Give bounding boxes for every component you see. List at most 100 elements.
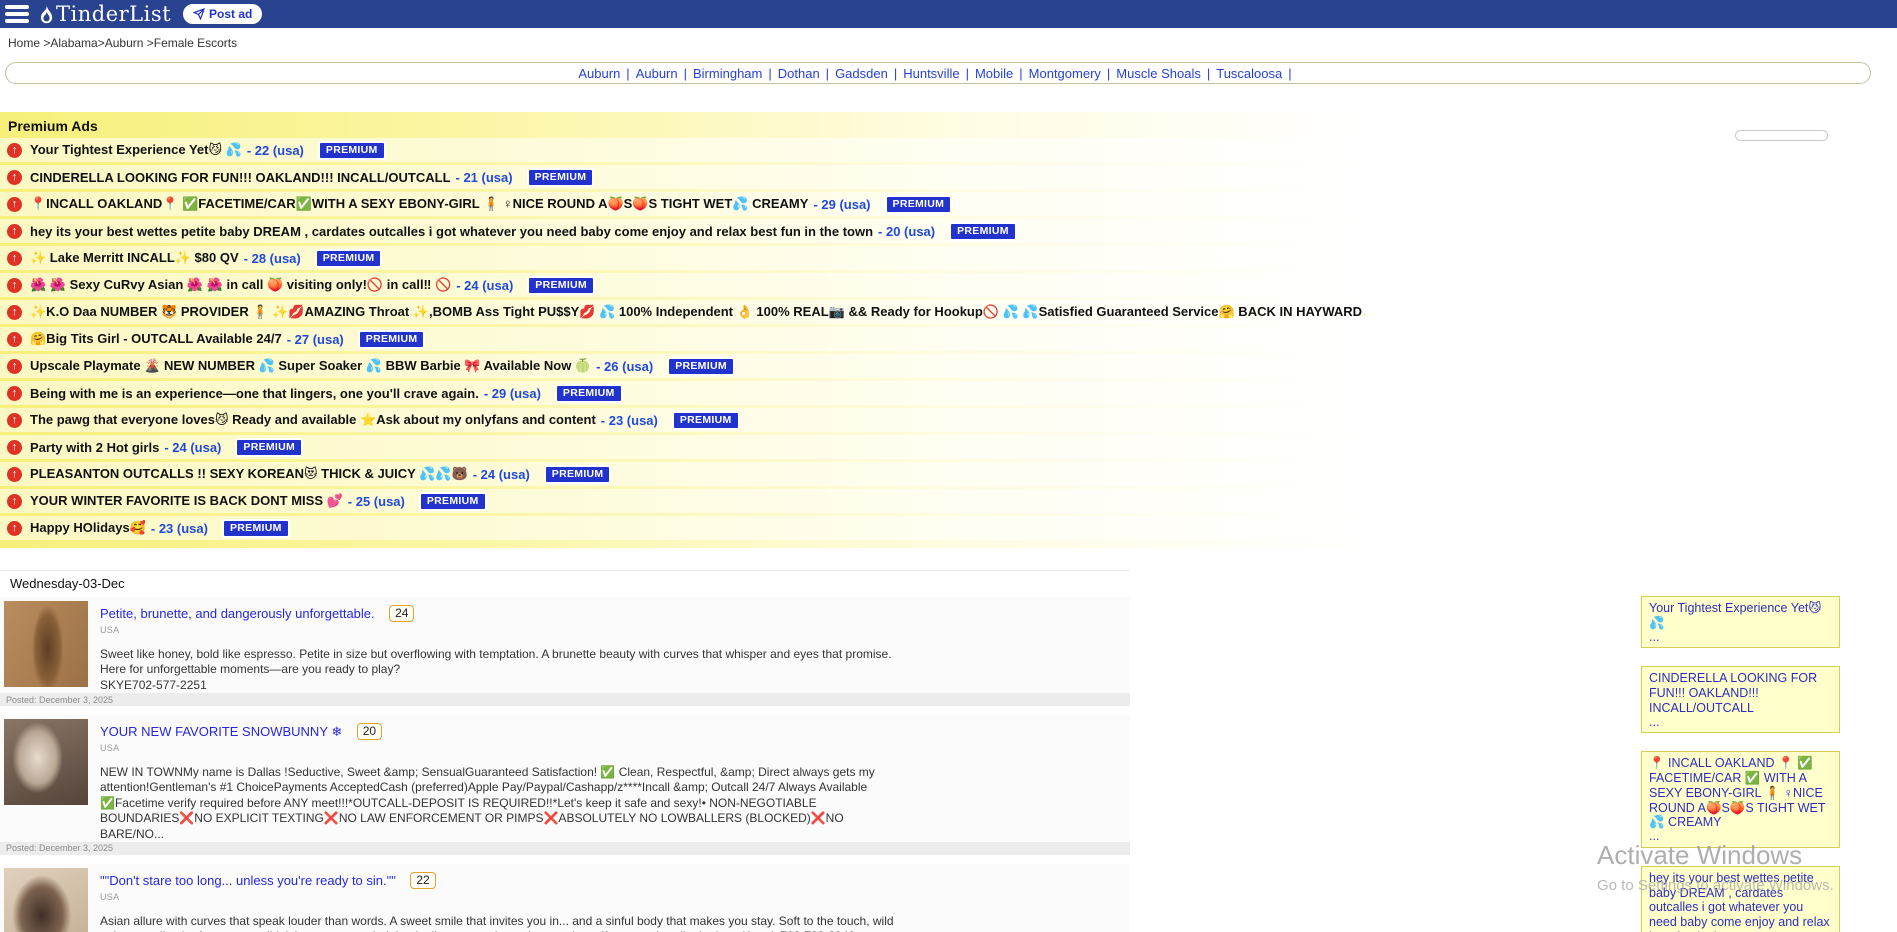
city-link-muscle-shoals[interactable]: Muscle Shoals [1116, 66, 1201, 81]
premium-ad-title-link[interactable]: ✨ Lake Merritt INCALL✨ $80 QV [30, 250, 239, 266]
premium-badge: PREMIUM [527, 168, 595, 187]
premium-ad-row: ↑Your Tightest Experience Yet😼 💦- 22 (us… [0, 138, 1365, 162]
sidebar-ad-title[interactable]: 📍 INCALL OAKLAND 📍 ✅ FACETIME/CAR ✅ WITH… [1649, 756, 1832, 830]
sidebar-ad-box[interactable]: hey its your best wettes petite baby DRE… [1641, 866, 1840, 932]
posted-date: Posted: December 3, 2025 [0, 695, 113, 705]
premium-ad-title-link[interactable]: Upscale Playmate 🌋 NEW NUMBER 💦 Super So… [30, 358, 591, 374]
breadcrumb[interactable]: Home >Alabama>Auburn >Female Escorts [8, 36, 237, 50]
premium-badge: PREMIUM [527, 276, 595, 295]
premium-ad-row: ↑ Upscale Playmate 🌋 NEW NUMBER 💦 Super S… [0, 354, 1365, 378]
bump-up-icon: ↑ [7, 467, 22, 482]
bump-up-icon: ↑ [7, 278, 22, 293]
premium-ad-title-link[interactable]: Being with me is an experience—one that … [30, 386, 479, 401]
sidebar-ad-box[interactable]: Your Tightest Experience Yet😼 💦 ... [1641, 596, 1840, 648]
bump-up-icon: ↑ [7, 332, 22, 347]
premium-ad-row: ↑📍INCALL OAKLAND📍 ✅FACETIME/CAR✅WITH A S… [0, 192, 1365, 216]
city-link-birmingham[interactable]: Birmingham [693, 66, 762, 81]
premium-ad-title-link[interactable]: PLEASANTON OUTCALLS !! SEXY KOREAN😻 THIC… [30, 466, 468, 482]
premium-ad-meta: - 26 (usa) [596, 359, 653, 374]
listing-title-link[interactable]: YOUR NEW FAVORITE SNOWBUNNY ❄ [100, 724, 342, 739]
premium-ad-title-link[interactable]: Your Tightest Experience Yet😼 💦 [30, 142, 242, 158]
city-link-auburn-2[interactable]: Auburn [636, 66, 678, 81]
premium-ads-section: Premium Ads ↑ Your Tightest Experience Ye… [0, 112, 1365, 548]
post-ad-button[interactable]: Post ad [183, 4, 262, 24]
listing-country: USA [100, 892, 1130, 902]
premium-ad-meta: - 25 (usa) [348, 494, 405, 509]
city-link-montgomery[interactable]: Montgomery [1029, 66, 1101, 81]
sidebar-ad-more: ... [1649, 631, 1832, 645]
listing-title-link[interactable]: ""Don't stare too long... unless you're … [100, 873, 396, 888]
sidebar-ad-box[interactable]: 📍 INCALL OAKLAND 📍 ✅ FACETIME/CAR ✅ WITH… [1641, 751, 1840, 848]
premium-badge: PREMIUM [672, 411, 740, 430]
premium-badge: PREMIUM [358, 330, 426, 349]
bump-up-icon: ↑ [7, 143, 22, 158]
premium-ad-title-link[interactable]: YOUR WINTER FAVORITE IS BACK DONT MISS 💕 [30, 493, 343, 509]
bump-up-icon: ↑ [7, 359, 22, 374]
listing-thumbnail[interactable] [4, 601, 88, 687]
premium-ad-meta: - 24 (usa) [473, 467, 530, 482]
listing-thumbnail[interactable] [4, 868, 88, 932]
paper-plane-icon [193, 8, 205, 20]
sidebar-ad-more: ... [1649, 716, 1832, 730]
premium-ad-title-link[interactable]: Party with 2 Hot girls [30, 440, 159, 455]
city-links-bar: Auburn| Auburn| Birmingham| Dothan| Gads… [5, 62, 1871, 84]
premium-ad-title-link[interactable]: hey its your best wettes petite baby DRE… [30, 224, 873, 239]
city-link-auburn-1[interactable]: Auburn [578, 66, 620, 81]
premium-badge: PREMIUM [419, 492, 487, 511]
premium-ad-title-link[interactable]: The pawg that everyone loves😼 Ready and … [30, 412, 596, 428]
premium-ad-row: ↑hey its your best wettes petite baby DR… [0, 219, 1365, 243]
premium-ad-title-link[interactable]: ✨K.O Daa NUMBER 🐯 PROVIDER 🧍 ✨💋AMAZING T… [30, 304, 1365, 320]
premium-ad-row: ↑Party with 2 Hot girls- 24 (usa)PREMIUM [0, 435, 1365, 459]
premium-ad-meta: - 28 (usa) [244, 251, 301, 266]
city-link-huntsville[interactable]: Huntsville [903, 66, 959, 81]
listing-footer: Posted: December 3, 2025 [0, 842, 1130, 855]
premium-ad-meta: - 27 (usa) [287, 332, 344, 347]
listing-description: Sweet like honey, bold like espresso. Pe… [100, 647, 900, 678]
premium-badge: PREMIUM [555, 384, 623, 403]
premium-ad-title-link[interactable]: 🤗Big Tits Girl - OUTCALL Available 24/7 [30, 331, 282, 347]
premium-badge: PREMIUM [318, 141, 386, 160]
bump-up-icon: ↑ [7, 440, 22, 455]
floating-scrollbar[interactable] [1735, 130, 1828, 141]
listing-description: Asian allure with curves that speak loud… [100, 914, 900, 932]
city-link-dothan[interactable]: Dothan [778, 66, 820, 81]
premium-ad-row: ↑ ✨K.O Daa NUMBER 🐯 PROVIDER 🧍 ✨💋AMAZING … [0, 300, 1365, 324]
premium-ad-meta: - 21 (usa) [456, 170, 513, 185]
listing-country: USA [100, 625, 1130, 635]
premium-badge: PREMIUM [667, 357, 735, 376]
post-ad-label: Post ad [209, 7, 252, 21]
premium-ad-title-link[interactable]: Happy HOlidays🥰 [30, 520, 146, 536]
top-navbar: TinderList Post ad [0, 0, 1897, 28]
bump-up-icon: ↑ [7, 305, 22, 320]
premium-ad-row: ↑✨ Lake Merritt INCALL✨ $80 QV- 28 (usa)… [0, 246, 1365, 270]
date-header: Wednesday-03-Dec [0, 570, 1130, 597]
brand-logo[interactable]: TinderList [39, 2, 171, 26]
city-link-mobile[interactable]: Mobile [975, 66, 1013, 81]
bump-up-icon: ↑ [7, 521, 22, 536]
premium-ad-title-link[interactable]: CINDERELLA LOOKING FOR FUN!!! OAKLAND!!!… [30, 170, 451, 185]
bump-up-icon: ↑ [7, 413, 22, 428]
city-link-tuscaloosa[interactable]: Tuscaloosa [1216, 66, 1282, 81]
premium-ad-row: ↑ The pawg that everyone loves😼 Ready and… [0, 408, 1365, 432]
hamburger-menu-icon[interactable] [5, 5, 29, 23]
sidebar-ad-title[interactable]: hey its your best wettes petite baby DRE… [1649, 871, 1832, 932]
posted-date: Posted: December 3, 2025 [0, 843, 113, 853]
listing-thumbnail[interactable] [4, 719, 88, 805]
listing-footer: Posted: December 3, 2025 [0, 693, 1130, 706]
premium-badge: PREMIUM [315, 249, 383, 268]
premium-ad-meta: - 23 (usa) [151, 521, 208, 536]
sidebar-ad-title[interactable]: Your Tightest Experience Yet😼 💦 [1649, 601, 1832, 631]
premium-ad-title-link[interactable]: 🌺 🌺 Sexy CuRvy Asian 🌺 🌺 in call 🍑 visit… [30, 277, 451, 293]
premium-ad-meta: - 24 (usa) [456, 278, 513, 293]
premium-ads-heading: Premium Ads [0, 112, 1365, 138]
premium-ad-meta: - 29 (usa) [813, 197, 870, 212]
sidebar-ad-title[interactable]: CINDERELLA LOOKING FOR FUN!!! OAKLAND!!!… [1649, 671, 1832, 715]
premium-ad-title-link[interactable]: 📍INCALL OAKLAND📍 ✅FACETIME/CAR✅WITH A SE… [30, 196, 808, 212]
sidebar-ad-box[interactable]: CINDERELLA LOOKING FOR FUN!!! OAKLAND!!!… [1641, 666, 1840, 733]
city-link-gadsden[interactable]: Gadsden [835, 66, 888, 81]
listing-title-link[interactable]: Petite, brunette, and dangerously unforg… [100, 606, 375, 621]
premium-ad-row: ↑ 🌺 🌺 Sexy CuRvy Asian 🌺 🌺 in call 🍑 visi… [0, 273, 1365, 297]
listing-contact: SKYE702-577-2251 [100, 678, 900, 693]
bump-up-icon: ↑ [7, 170, 22, 185]
bump-up-icon: ↑ [7, 494, 22, 509]
